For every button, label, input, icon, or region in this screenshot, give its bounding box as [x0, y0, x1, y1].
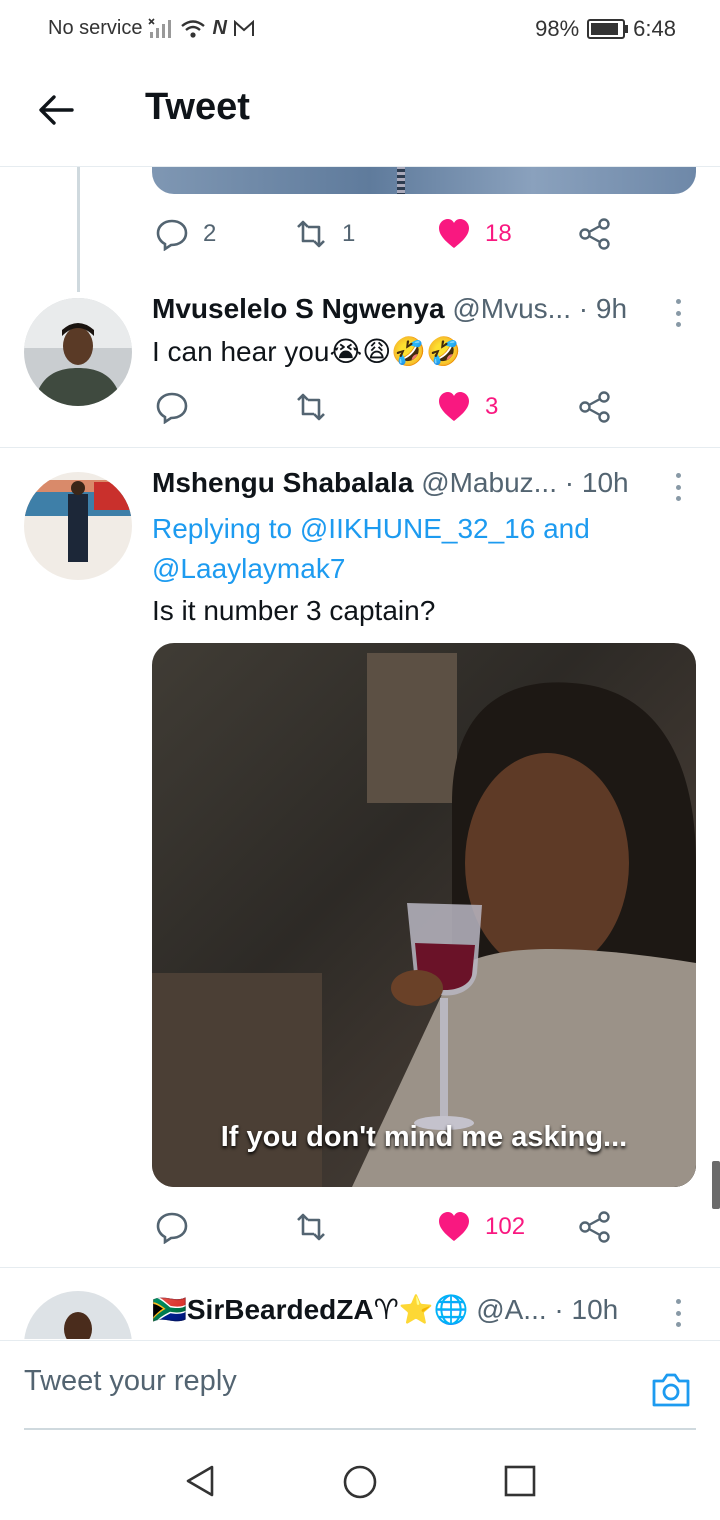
camera-icon[interactable] [650, 1369, 692, 1411]
tweet-time: · 9h [578, 293, 628, 324]
scrollbar-thumb[interactable] [712, 1161, 720, 1209]
divider [0, 447, 720, 448]
avatar-image [24, 472, 132, 580]
replying-prefix: Replying to [152, 513, 293, 544]
page-title: Tweet [145, 86, 250, 128]
status-left: No service N [48, 17, 255, 40]
share-icon[interactable] [578, 390, 612, 424]
reply-icon [156, 392, 188, 424]
reply-underline [24, 1428, 696, 1430]
signal-icon [148, 17, 172, 38]
tweet-text: I can hear you😭😩🤣🤣 [152, 335, 461, 368]
tweet-body: I can hear you [152, 336, 330, 367]
reply-composer: Tweet your reply [0, 1340, 720, 1431]
media-detail [397, 167, 405, 194]
retweet-button[interactable] [294, 390, 328, 424]
status-bar: No service N 98% 6:48 [0, 0, 720, 56]
tweet-feed[interactable]: 2 1 18 Mvuselelo S Ngwenya @Mvus... · 9h… [0, 167, 720, 1339]
app-header: Tweet [0, 56, 720, 167]
flag-emoji: 🇿🇦 [152, 1294, 187, 1325]
more-icon[interactable] [676, 299, 684, 327]
tweet-time: · 10h [554, 1294, 619, 1325]
like-count: 102 [485, 1213, 526, 1240]
retweet-count: 1 [342, 220, 356, 247]
nav-recents-icon[interactable] [504, 1465, 536, 1497]
avatar[interactable] [24, 472, 132, 580]
nav-back-icon[interactable] [184, 1464, 216, 1498]
like-count: 3 [485, 393, 499, 420]
thread-line [77, 167, 80, 292]
reply-button[interactable] [155, 390, 189, 424]
clock: 6:48 [633, 16, 676, 41]
retweet-button[interactable] [294, 1210, 328, 1244]
like-button[interactable]: 3 [437, 390, 498, 424]
reply-button[interactable] [155, 1210, 189, 1244]
battery-icon [587, 19, 629, 39]
reply-icon [156, 1212, 188, 1244]
tweet-image[interactable]: If you don't mind me asking... [152, 643, 696, 1187]
reply-input[interactable]: Tweet your reply [24, 1365, 237, 1398]
divider [0, 1267, 720, 1268]
author-name-text: SirBeardedZA [186, 1294, 374, 1325]
prev-tweet-media[interactable] [152, 167, 696, 194]
mention-link[interactable]: @IIKHUNE_32_16 [300, 513, 535, 544]
author-handle[interactable]: @Mvus... [452, 293, 571, 324]
mention-link[interactable]: @Laaylaymak7 [152, 553, 345, 584]
image-scene [152, 653, 696, 1187]
share-icon[interactable] [578, 1210, 612, 1244]
wifi-icon [181, 19, 206, 38]
mail-icon [233, 19, 254, 36]
author-name[interactable]: Mvuselelo S Ngwenya [152, 293, 445, 324]
battery-percent: 98% [535, 16, 580, 41]
retweet-icon [297, 393, 325, 421]
avatar[interactable] [24, 1291, 132, 1339]
like-button[interactable]: 18 [437, 217, 512, 251]
reply-button[interactable]: 2 [155, 217, 216, 251]
share-icon[interactable] [578, 217, 612, 251]
tweet-time: · 10h [564, 467, 629, 498]
more-icon[interactable] [676, 473, 684, 501]
tweet-emojis: 😭😩🤣🤣 [329, 336, 462, 367]
nav-home-icon[interactable] [342, 1464, 378, 1500]
replying-and: and [543, 513, 590, 544]
author-handle[interactable]: @A... [476, 1294, 546, 1325]
image-caption: If you don't mind me asking... [220, 1121, 628, 1153]
replying-to: Replying to @IIKHUNE_32_16 and @Laaylaym… [152, 509, 590, 589]
like-count: 18 [485, 220, 512, 247]
avatar-image [24, 1291, 132, 1339]
status-right: 98% 6:48 [535, 16, 676, 42]
system-nav-bar [0, 1431, 720, 1520]
more-icon[interactable] [676, 1299, 684, 1327]
tweet-text: Is it number 3 captain? [152, 595, 436, 626]
tweet-header: 🇿🇦SirBeardedZA♈⭐🌐 @A... · 10h [152, 1293, 618, 1326]
avatar-image [24, 298, 132, 406]
retweet-icon [297, 1213, 325, 1241]
reply-count: 2 [203, 220, 217, 247]
name-emojis: ♈⭐🌐 [373, 1294, 469, 1325]
heart-icon [439, 1212, 469, 1241]
tweet-header: Mvuselelo S Ngwenya @Mvus... · 9h [152, 293, 627, 325]
back-arrow-icon[interactable] [36, 90, 76, 130]
reply-icon [156, 219, 188, 251]
carrier-label: No service [48, 17, 143, 39]
heart-icon [439, 392, 469, 421]
like-button[interactable]: 102 [437, 1210, 525, 1244]
avatar[interactable] [24, 298, 132, 406]
author-handle[interactable]: @Mabuz... [421, 467, 557, 498]
retweet-icon [297, 220, 325, 248]
tweet-header: Mshengu Shabalala @Mabuz... · 10h [152, 467, 629, 499]
nfc-badge: N [212, 17, 227, 39]
heart-icon [439, 219, 469, 248]
retweet-button[interactable]: 1 [294, 217, 355, 251]
author-name[interactable]: Mshengu Shabalala [152, 467, 413, 498]
author-name[interactable]: 🇿🇦SirBeardedZA♈⭐🌐 [152, 1294, 468, 1325]
